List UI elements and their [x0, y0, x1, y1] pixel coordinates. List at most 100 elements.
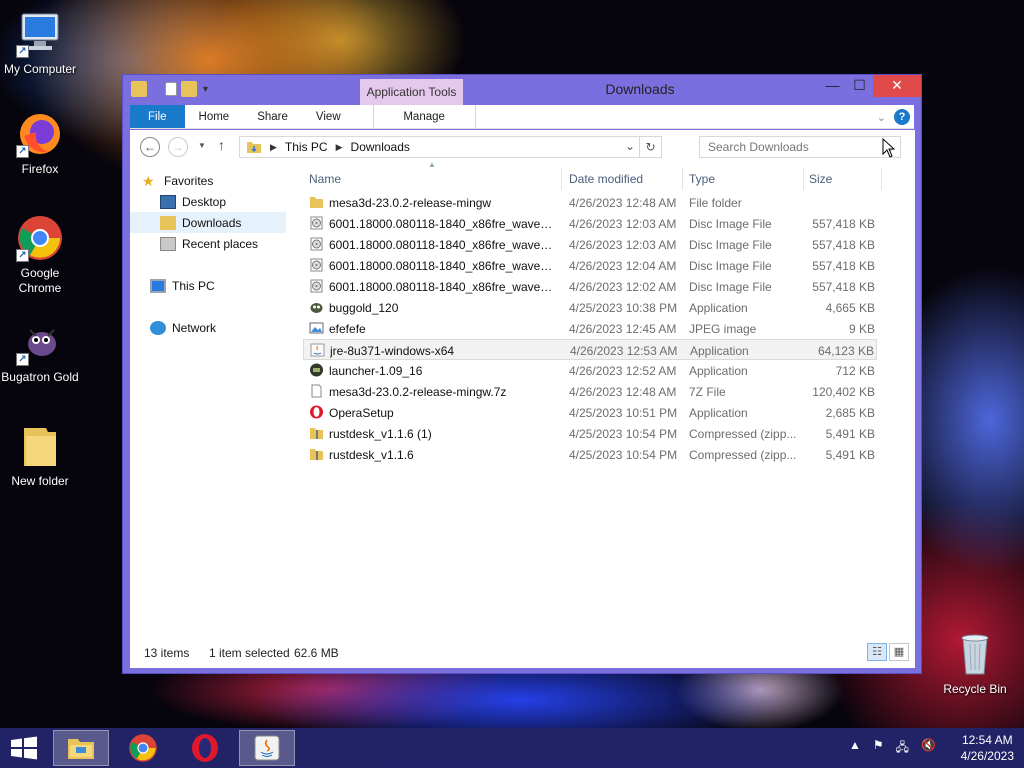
back-button[interactable]: ←: [140, 137, 160, 157]
file-size: 5,491 KB: [825, 427, 875, 441]
star-icon: ★: [142, 172, 155, 189]
file-date: 4/26/2023 12:03 AM: [569, 217, 677, 231]
disc-image-icon: [309, 216, 324, 230]
taskbar-clock[interactable]: 12:54 AM 4/26/2023: [961, 732, 1014, 764]
large-icons-view-button[interactable]: ▦: [889, 643, 909, 661]
bug-app-icon: [309, 300, 324, 314]
breadcrumb-separator-icon[interactable]: ▶: [270, 142, 277, 153]
computer-icon: [150, 278, 166, 293]
file-type: Application: [689, 406, 748, 420]
expand-ribbon-icon[interactable]: ⌄: [877, 111, 886, 124]
file-size: 9 KB: [848, 322, 875, 336]
show-hidden-icons-icon[interactable]: ▲: [849, 738, 861, 759]
up-button[interactable]: ↑: [218, 137, 225, 153]
taskbar-opera[interactable]: [177, 730, 233, 766]
desktop-icon-bugatron-gold[interactable]: ↗ Bugatron Gold: [0, 318, 80, 385]
details-view-button[interactable]: ☷: [867, 643, 887, 661]
file-name: rustdesk_v1.1.6 (1): [329, 427, 432, 441]
file-row[interactable]: rustdesk_v1.1.6 4/25/2023 10:54 PM Compres…: [303, 444, 877, 465]
file-name: 6001.18000.080118-1840_x86fre_wave1_Se..…: [329, 217, 555, 231]
desktop-icon-label: Firefox: [21, 162, 59, 176]
file-row[interactable]: mesa3d-23.0.2-release-mingw.7z 4/26/2023 …: [303, 381, 877, 402]
tab-home[interactable]: Home: [185, 105, 244, 128]
column-divider[interactable]: [881, 168, 882, 190]
file-name: mesa3d-23.0.2-release-mingw: [329, 196, 492, 210]
taskbar-chrome[interactable]: [115, 730, 171, 766]
file-size: 557,418 KB: [812, 217, 875, 231]
minimize-button[interactable]: —: [819, 75, 846, 97]
file-name: 6001.18000.080118-1840_x86fre_wave1_Se..…: [329, 238, 555, 252]
search-placeholder: Search Downloads: [708, 140, 809, 154]
file-date: 4/25/2023 10:54 PM: [569, 427, 678, 441]
nav-item-recent-places[interactable]: Recent places: [160, 233, 258, 254]
tab-file[interactable]: File: [130, 105, 185, 128]
maximize-button[interactable]: ☐: [846, 75, 873, 97]
volume-muted-icon[interactable]: 🔇: [921, 738, 936, 759]
file-row[interactable]: rustdesk_v1.1.6 (1) 4/25/2023 10:54 PM Com…: [303, 423, 877, 444]
desktop-icon-new-folder[interactable]: New folder: [0, 422, 80, 489]
nav-item-label: Desktop: [182, 194, 227, 209]
window-controls: — ☐ ✕: [819, 75, 921, 97]
refresh-button[interactable]: ↻: [639, 137, 661, 157]
system-tray: ▲ ⚑ 🖧 🔇: [849, 738, 936, 759]
file-row[interactable]: jre-8u371-windows-x64 4/26/2023 12:53 AM A…: [303, 339, 877, 360]
file-row[interactable]: 6001.18000.080118-1840_x86fre_wave1_Se..…: [303, 255, 877, 276]
disc-image-icon: [309, 237, 324, 251]
tab-view[interactable]: View: [302, 105, 355, 128]
file-date: 4/25/2023 10:38 PM: [569, 301, 678, 315]
desktop-icon-recycle-bin[interactable]: Recycle Bin: [935, 630, 1015, 697]
desktop-icon-my-computer[interactable]: ↗ My Computer: [0, 10, 80, 77]
column-divider[interactable]: [561, 168, 562, 190]
file-name: rustdesk_v1.1.6: [329, 448, 414, 462]
column-divider[interactable]: [803, 168, 804, 190]
image-icon: [309, 321, 324, 335]
column-header-type[interactable]: Type: [689, 172, 715, 186]
file-size: 557,418 KB: [812, 259, 875, 273]
file-row[interactable]: efefefe 4/26/2023 12:45 AM JPEG image 9 KB: [303, 318, 877, 339]
tab-share[interactable]: Share: [243, 105, 302, 128]
file-row[interactable]: 6001.18000.080118-1840_x86fre_wave1_Se..…: [303, 213, 877, 234]
help-icon[interactable]: ?: [894, 109, 910, 125]
file-row[interactable]: launcher-1.09_16 4/26/2023 12:52 AM Applic…: [303, 360, 877, 381]
java-icon: [310, 343, 325, 357]
shortcut-arrow-icon: ↗: [16, 145, 29, 158]
address-bar[interactable]: ▶ This PC ▶ Downloads ⌄ ↻: [239, 136, 662, 158]
address-dropdown-icon[interactable]: ⌄: [625, 139, 635, 153]
file-row[interactable]: buggold_120 4/25/2023 10:38 PM Application…: [303, 297, 877, 318]
file-date: 4/26/2023 12:53 AM: [570, 344, 678, 358]
taskbar-file-explorer[interactable]: [53, 730, 109, 766]
file-row[interactable]: 6001.18000.080118-1840_x86fre_wave1_Se..…: [303, 234, 877, 255]
nav-item-network[interactable]: Network: [150, 317, 216, 338]
nav-item-this-pc[interactable]: This PC: [150, 275, 215, 296]
file-row[interactable]: 6001.18000.080118-1840_x86fre_wave1_Se..…: [303, 276, 877, 297]
column-divider[interactable]: [682, 168, 683, 190]
file-row[interactable]: mesa3d-23.0.2-release-mingw 4/26/2023 12:…: [303, 192, 877, 213]
desktop-icon-firefox[interactable]: ↗ Firefox: [0, 110, 80, 177]
column-header-size[interactable]: Size: [809, 172, 832, 186]
desktop-icon-chrome[interactable]: ↗ Google Chrome: [0, 214, 80, 296]
breadcrumb-separator-icon[interactable]: ▶: [336, 142, 343, 153]
action-center-flag-icon[interactable]: ⚑: [873, 738, 884, 759]
start-button[interactable]: [0, 730, 48, 766]
recent-locations-chevron-icon[interactable]: ▼: [198, 141, 206, 150]
column-header-name[interactable]: Name: [309, 172, 341, 186]
mouse-cursor-icon: [882, 138, 896, 158]
column-header-date[interactable]: Date modified: [569, 172, 643, 186]
breadcrumb-downloads[interactable]: Downloads: [351, 140, 410, 154]
title-bar[interactable]: ▼ Application Tools Downloads — ☐ ✕: [123, 75, 921, 105]
file-name: OperaSetup: [329, 406, 394, 420]
network-status-icon[interactable]: 🖧: [896, 738, 909, 759]
close-button[interactable]: ✕: [873, 75, 921, 97]
nav-item-favorites[interactable]: ★ Favorites: [142, 170, 213, 191]
breadcrumb-this-pc[interactable]: This PC: [285, 140, 328, 154]
forward-button[interactable]: →: [168, 137, 188, 157]
file-date: 4/26/2023 12:02 AM: [569, 280, 677, 294]
tab-manage[interactable]: Manage: [372, 105, 476, 128]
taskbar-java-installer[interactable]: [239, 730, 295, 766]
nav-item-desktop[interactable]: Desktop: [160, 191, 226, 212]
search-input[interactable]: Search Downloads ⌕: [699, 136, 901, 158]
nav-item-downloads[interactable]: Downloads: [130, 212, 286, 233]
file-row[interactable]: OperaSetup 4/25/2023 10:51 PM Application 2…: [303, 402, 877, 423]
window-title: Downloads: [605, 81, 675, 97]
file-explorer-icon: [68, 739, 94, 759]
